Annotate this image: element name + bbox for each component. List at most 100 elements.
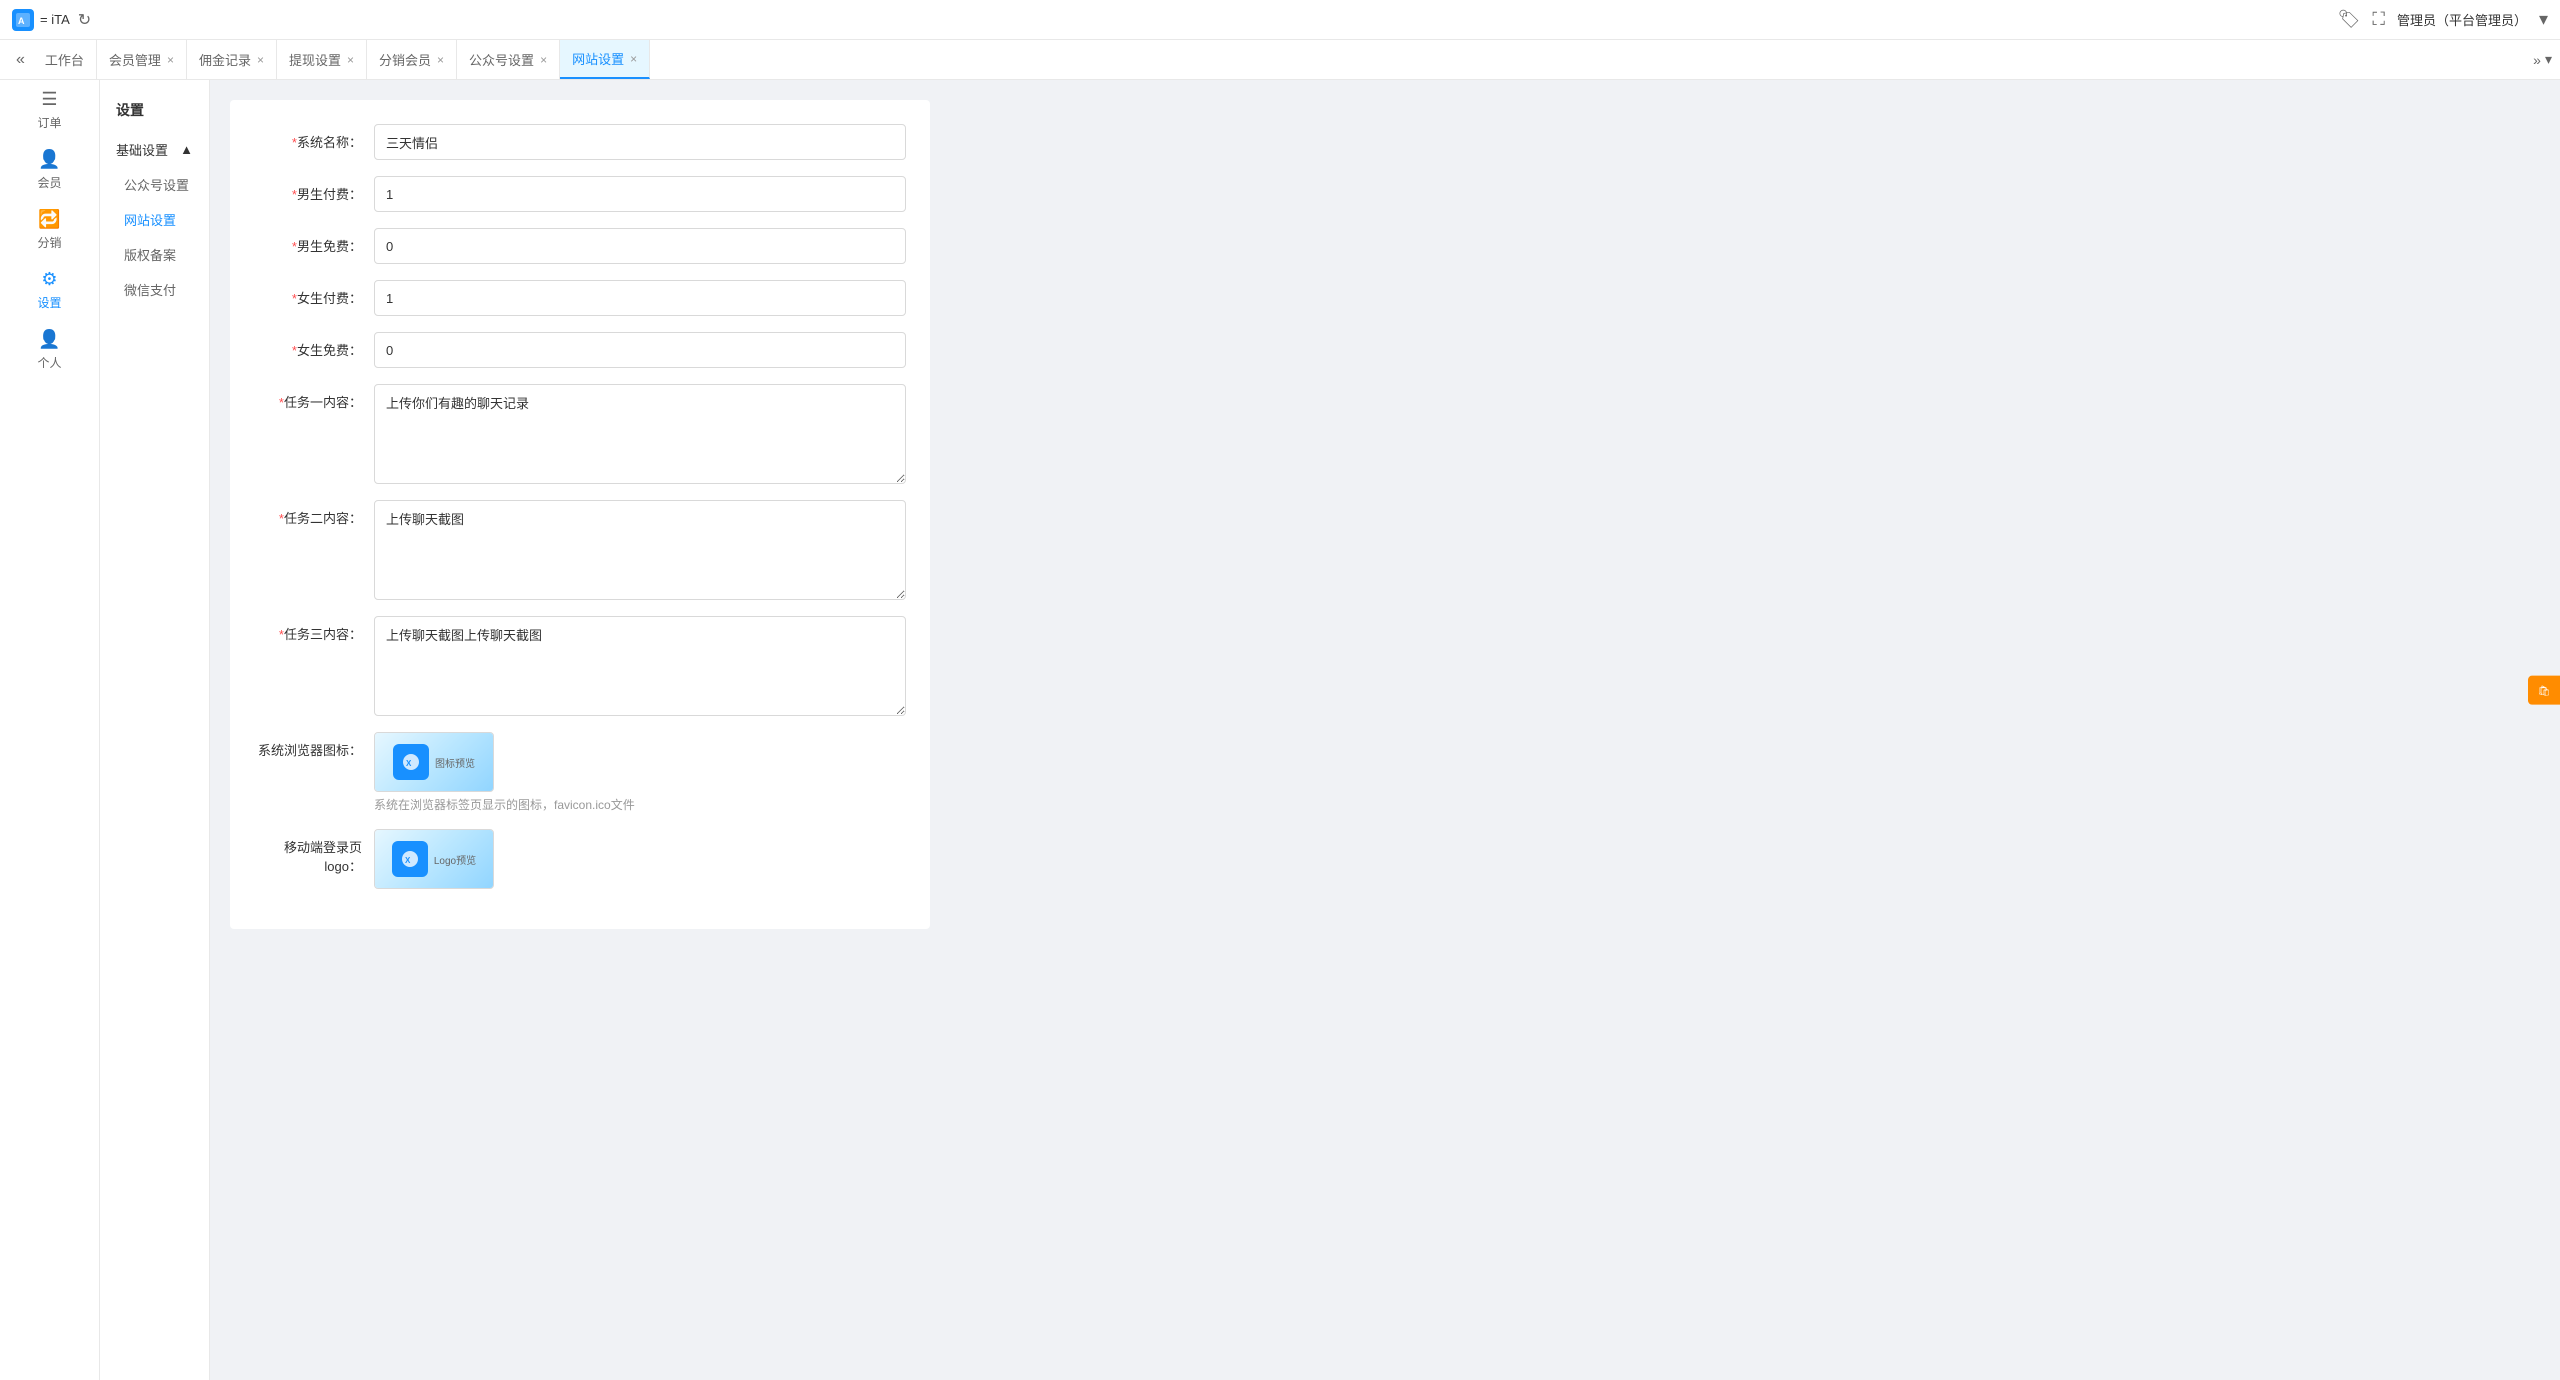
tab-more-icon: » [2533, 52, 2541, 68]
sidebar-item-order[interactable]: ☰ 订单 [0, 80, 99, 140]
user-dropdown-icon[interactable]: ▾ [2539, 9, 2548, 30]
sub-sidebar-item-website-settings[interactable]: 网站设置 [100, 202, 209, 237]
tab-workbench[interactable]: 工作台 [33, 40, 97, 79]
textarea-task1[interactable]: 上传你们有趣的聊天记录 [374, 384, 906, 484]
topbar-right: 🏷 ⛶ 管理员（平台管理员） ▾ [2337, 9, 2548, 30]
form-label-mobile-logo: 移动端登录页logo： [254, 829, 374, 875]
refresh-button[interactable]: ↻ [78, 10, 91, 30]
tab-member-mgmt-close[interactable]: × [167, 53, 174, 67]
required-star-task2: * [279, 511, 284, 526]
tab-withdraw-label: 提现设置 [289, 50, 341, 69]
form-label-male-free: *男生免费： [254, 228, 374, 255]
upload-browser-icon-inner: X 图标预览 [375, 733, 493, 791]
tab-withdraw[interactable]: 提现设置 × [277, 40, 367, 79]
input-female-pay[interactable] [374, 280, 906, 316]
order-icon: ☰ [41, 89, 57, 110]
tab-wechat-settings[interactable]: 公众号设置 × [457, 40, 560, 79]
tab-commission[interactable]: 佣金记录 × [187, 40, 277, 79]
tab-distribute-close[interactable]: × [437, 53, 444, 67]
main-layout: ☰ 订单 👤 会员 🔁 分销 ⚙ 设置 👤 个人 设置 基础设置 ▲ [0, 80, 2560, 1380]
required-star-male-free: * [292, 239, 297, 254]
form-row-system-name: *系统名称： [254, 124, 906, 160]
browser-icon-logo: X [393, 744, 429, 780]
sub-sidebar-basic-arrow: ▲ [180, 142, 193, 157]
user-menu[interactable]: 管理员（平台管理员） [2397, 10, 2527, 29]
mobile-logo-filename: Logo预览 [434, 852, 476, 867]
form-row-female-pay: *女生付费： [254, 280, 906, 316]
logo-text: = iTA [40, 12, 70, 27]
sub-sidebar-title-text: 设置 [116, 100, 144, 120]
tab-member-mgmt[interactable]: 会员管理 × [97, 40, 187, 79]
form-label-male-pay: *男生付费： [254, 176, 374, 203]
form-label-task2: *任务二内容： [254, 500, 374, 527]
sidebar-item-member[interactable]: 👤 会员 [0, 140, 99, 200]
form-label-browser-icon: 系统浏览器图标： [254, 732, 374, 759]
form-label-female-free: *女生免费： [254, 332, 374, 359]
input-male-pay[interactable] [374, 176, 906, 212]
browser-icon-filename: 图标预览 [435, 755, 475, 770]
sub-sidebar-item-copyright[interactable]: 版权备案 [100, 237, 209, 272]
settings-icon: ⚙ [41, 269, 57, 290]
sub-sidebar-section-basic: 基础设置 ▲ 公众号设置 网站设置 版权备案 微信支付 [100, 128, 209, 311]
tab-more-button[interactable]: » ▾ [2533, 51, 2552, 68]
tab-withdraw-close[interactable]: × [347, 53, 354, 67]
browser-icon-hint: 系统在浏览器标签页显示的图标，favicon.ico文件 [374, 796, 635, 813]
mobile-logo-shape: X [392, 841, 428, 877]
tab-wechat-settings-label: 公众号设置 [469, 50, 534, 69]
primary-sidebar: ☰ 订单 👤 会员 🔁 分销 ⚙ 设置 👤 个人 [0, 80, 100, 1380]
tab-commission-close[interactable]: × [257, 53, 264, 67]
upload-mobile-logo-inner: X Logo预览 [375, 830, 493, 888]
input-female-free[interactable] [374, 332, 906, 368]
textarea-task2[interactable]: 上传聊天截图 [374, 500, 906, 600]
tab-member-mgmt-label: 会员管理 [109, 50, 161, 69]
topbar-logo: A = iTA [12, 9, 70, 31]
form-label-task1: *任务一内容： [254, 384, 374, 411]
required-star-task3: * [279, 627, 284, 642]
member-icon: 👤 [38, 149, 60, 170]
sub-sidebar-item-wechat-settings[interactable]: 公众号设置 [100, 167, 209, 202]
tab-website-settings-close[interactable]: × [630, 52, 637, 66]
sidebar-item-settings[interactable]: ⚙ 设置 [0, 260, 99, 320]
form-row-male-pay: *男生付费： [254, 176, 906, 212]
tab-distribute-label: 分销会员 [379, 50, 431, 69]
form-row-task3: *任务三内容： 上传聊天截图上传聊天截图 [254, 616, 906, 716]
upload-mobile-logo-preview[interactable]: X Logo预览 [374, 829, 494, 889]
sidebar-item-distribute-label: 分销 [37, 234, 61, 251]
tab-expand-icon: ▾ [2545, 51, 2552, 68]
upload-mobile-logo-content: X Logo预览 [392, 841, 476, 877]
form-label-task3: *任务三内容： [254, 616, 374, 643]
tab-collapse-button[interactable]: « [8, 51, 33, 69]
tab-website-settings[interactable]: 网站设置 × [560, 40, 650, 79]
label-icon[interactable]: 🏷 [2337, 9, 2360, 30]
required-star-task1: * [279, 395, 284, 410]
right-float-icon: 🛍 [2539, 684, 2550, 697]
sidebar-item-distribute[interactable]: 🔁 分销 [0, 200, 99, 260]
sub-sidebar-item-wechat-pay[interactable]: 微信支付 [100, 272, 209, 307]
input-system-name[interactable] [374, 124, 906, 160]
sidebar-item-member-label: 会员 [37, 174, 61, 191]
sidebar-item-settings-label: 设置 [37, 294, 61, 311]
personal-icon: 👤 [38, 329, 60, 350]
upload-mobile-logo-container: X Logo预览 [374, 829, 494, 889]
topbar-left: A = iTA ↻ [12, 9, 91, 31]
form-row-male-free: *男生免费： [254, 228, 906, 264]
input-male-free[interactable] [374, 228, 906, 264]
form-row-mobile-logo: 移动端登录页logo： X Logo预览 [254, 829, 906, 889]
sub-sidebar-title: 设置 [100, 88, 209, 128]
topbar: A = iTA ↻ 🏷 ⛶ 管理员（平台管理员） ▾ [0, 0, 2560, 40]
sub-sidebar: 设置 基础设置 ▲ 公众号设置 网站设置 版权备案 微信支付 [100, 80, 210, 1380]
form-label-female-pay: *女生付费： [254, 280, 374, 307]
form-row-female-free: *女生免费： [254, 332, 906, 368]
upload-browser-icon-preview[interactable]: X 图标预览 [374, 732, 494, 792]
tab-wechat-settings-close[interactable]: × [540, 53, 547, 67]
tabbar: « 工作台 会员管理 × 佣金记录 × 提现设置 × 分销会员 × 公众号设置 … [0, 40, 2560, 80]
sub-sidebar-section-basic-title[interactable]: 基础设置 ▲ [100, 132, 209, 167]
tab-commission-label: 佣金记录 [199, 50, 251, 69]
tab-distribute[interactable]: 分销会员 × [367, 40, 457, 79]
sidebar-item-personal[interactable]: 👤 个人 [0, 320, 99, 380]
fullscreen-icon[interactable]: ⛶ [2372, 9, 2385, 30]
svg-text:X: X [406, 759, 412, 768]
content-area: *系统名称： *男生付费： *男生免费： *女 [210, 80, 2560, 1380]
right-float-button[interactable]: 🛍 [2528, 676, 2560, 705]
textarea-task3[interactable]: 上传聊天截图上传聊天截图 [374, 616, 906, 716]
